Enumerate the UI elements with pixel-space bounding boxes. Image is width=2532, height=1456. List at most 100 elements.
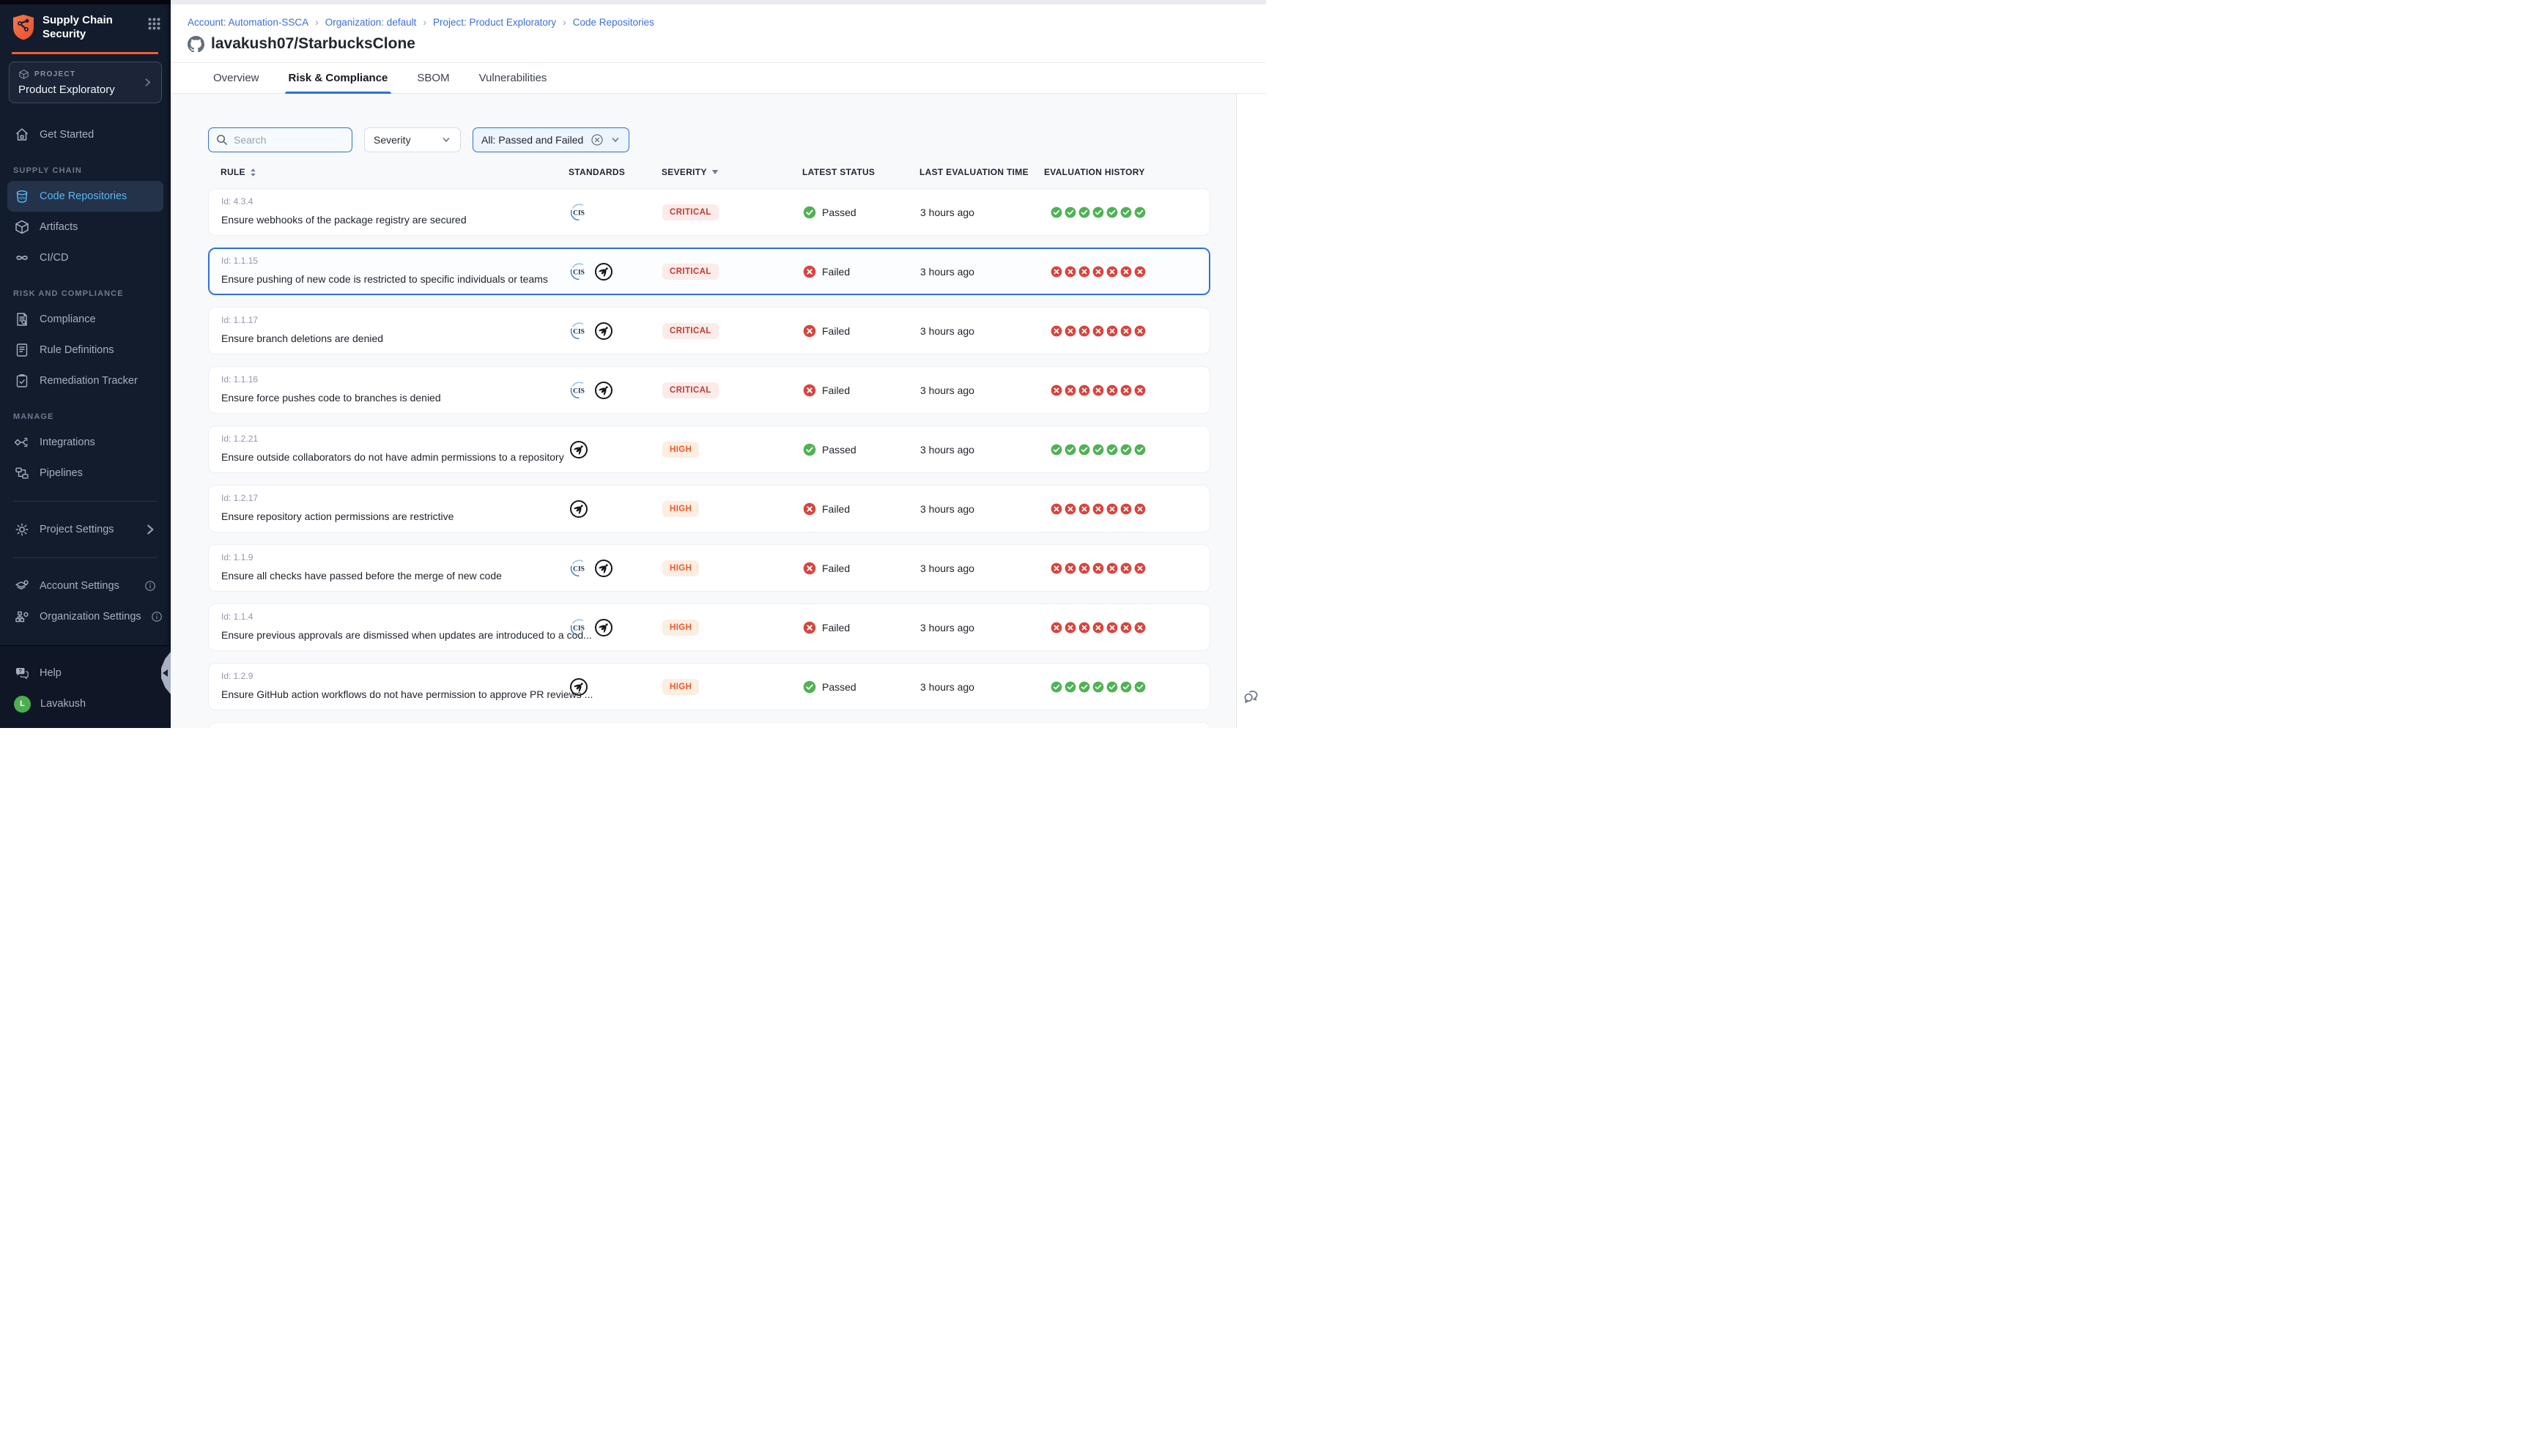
sidebar-item-rule-definitions[interactable]: Rule Definitions [7,335,163,365]
rule-cell: Id: 1.1.4Ensure previous approvals are d… [209,604,569,641]
info-icon[interactable] [144,580,156,592]
breadcrumb-link[interactable]: Account: Automation-SSCA [188,17,308,28]
table-row[interactable]: Id: 1.1.5CISHIGHFailed3 hours ago [208,722,1210,728]
tab-risk-compliance[interactable]: Risk & Compliance [289,63,388,93]
sidebar-item-label: Account Settings [40,580,119,592]
chevron-down-icon [441,135,451,145]
rule-cell: Id: 4.3.4Ensure webhooks of the package … [209,189,569,226]
table-row[interactable]: Id: 1.1.4Ensure previous approvals are d… [208,603,1210,651]
sidebar-item-get-started[interactable]: Get Started [7,119,163,150]
history-fail-icon [1078,622,1090,634]
sidebar-item-user[interactable]: L Lavakush [7,688,163,719]
app-switcher-grid-icon[interactable] [148,18,160,34]
breadcrumb: Account: Automation-SSCA › Organization: d… [188,16,1266,28]
column-header-latest-status: LATEST STATUS [802,167,919,177]
owasp-badge-icon [594,262,613,281]
evaluation-history-cell [1045,266,1210,278]
rule-description: Ensure webhooks of the package registry … [221,214,562,226]
rule-description: Ensure GitHub action workflows do not ha… [221,688,562,700]
history-fail-icon [1134,385,1146,396]
history-pass-icon [1051,444,1062,456]
history-fail-icon [1120,622,1132,634]
history-fail-icon [1120,562,1132,574]
severity-badge: CRITICAL [662,382,719,398]
standards-cell: CIS [569,262,662,281]
history-pass-icon [1120,681,1132,693]
search-input[interactable] [208,127,352,152]
table-row[interactable]: Id: 1.1.9Ensure all checks have passed b… [208,544,1210,592]
evaluation-history-cell [1045,207,1210,218]
column-header-last-evaluation-time: LAST EVALUATION TIME [919,167,1044,177]
table-row[interactable]: Id: 1.2.17Ensure repository action permi… [208,485,1210,532]
last-evaluation-time: 3 hours ago [920,207,1045,218]
rule-id: Id: 1.2.9 [221,671,562,681]
sidebar-item-account-settings[interactable]: Account Settings [7,571,163,601]
app-logo-row: Supply Chain Security [0,4,171,50]
status-filter-dropdown[interactable]: All: Passed and Failed [473,127,629,152]
page-header: Account: Automation-SSCA › Organization: d… [171,4,1266,63]
sidebar-item-remediation-tracker[interactable]: Remediation Tracker [7,365,163,396]
column-header-rule[interactable]: RULE [208,167,569,177]
severity-cell: HIGH [662,679,803,695]
breadcrumb-link[interactable]: Project: Product Exploratory [433,17,556,28]
status-label: Failed [822,562,850,574]
table-row[interactable]: Id: 1.2.9 Ensure GitHub action workflows … [208,663,1210,710]
rule-description: Ensure pushing of new code is restricted… [221,273,562,285]
sidebar-item-compliance[interactable]: Compliance [7,304,163,335]
tab-vulnerabilities[interactable]: Vulnerabilities [479,63,547,93]
sidebar-item-artifacts[interactable]: Artifacts [7,212,163,242]
project-selector[interactable]: PROJECT Product Exploratory [9,62,162,103]
sort-icon[interactable] [711,169,719,175]
status-cell: Failed [803,502,920,516]
sidebar-item-help[interactable]: ? Help [7,658,163,688]
column-label: RULE [221,167,245,177]
sort-icon[interactable] [250,168,256,177]
sidebar-item-label: Organization Settings [40,611,141,623]
sidebar-divider [13,501,158,502]
svg-text:CIS: CIS [573,269,585,276]
history-fail-icon [1051,503,1062,515]
owasp-badge-icon [569,499,588,519]
owasp-badge-icon [594,618,613,637]
tab-overview[interactable]: Overview [213,63,259,93]
sidebar-item-label: Code Repositories [40,190,127,202]
history-pass-icon [1120,207,1132,218]
breadcrumb-separator-icon: › [423,16,426,28]
clear-filter-icon[interactable] [591,133,604,146]
info-icon[interactable] [151,611,163,623]
severity-cell: CRITICAL [662,264,803,280]
rule-description: Ensure repository action permissions are… [221,510,562,522]
breadcrumb-separator-icon: › [563,16,566,28]
sidebar-item-label: Project Settings [40,524,114,535]
table-row[interactable]: Id: 1.1.17Ensure branch deletions are de… [208,307,1210,354]
standards-cell [569,677,662,697]
table-row[interactable]: Id: 4.3.4Ensure webhooks of the package … [208,188,1210,236]
tab-sbom[interactable]: SBOM [417,63,449,93]
sidebar-item-code-repositories[interactable]: </>Code Repositories [7,181,163,212]
severity-badge: CRITICAL [662,323,719,339]
passed-icon [803,443,816,456]
column-header-severity[interactable]: SEVERITY [662,167,802,177]
history-fail-icon [1092,385,1104,396]
breadcrumb-link[interactable]: Organization: default [325,17,417,28]
tab-bar: Overview Risk & Compliance SBOM Vulnerabili… [171,63,1266,94]
history-fail-icon [1106,385,1118,396]
owasp-badge-icon [569,440,588,459]
sidebar-item-pipelines[interactable]: Pipelines [7,458,163,489]
sidebar-item-integrations[interactable]: Integrations [7,427,163,458]
history-fail-icon [1134,503,1146,515]
svg-text:CIS: CIS [573,625,585,632]
support-chat-icon[interactable] [1242,688,1261,710]
table-row[interactable]: Id: 1.1.15Ensure pushing of new code is … [208,248,1210,295]
sidebar-item-project-settings[interactable]: Project Settings [7,514,163,545]
breadcrumb-link[interactable]: Code Repositories [573,17,654,28]
history-pass-icon [1092,207,1104,218]
severity-filter-dropdown[interactable]: Severity [364,127,461,152]
failed-icon [803,502,816,516]
sidebar-item-ci-cd[interactable]: CI/CD [7,242,163,273]
rule-id: Id: 1.1.16 [221,374,562,385]
table-row[interactable]: Id: 1.1.16Ensure force pushes code to br… [208,366,1210,414]
column-label: STANDARDS [569,167,625,177]
table-row[interactable]: Id: 1.2.21Ensure outside collaborators d… [208,426,1210,473]
sidebar-item-organization-settings[interactable]: Organization Settings [7,601,163,632]
